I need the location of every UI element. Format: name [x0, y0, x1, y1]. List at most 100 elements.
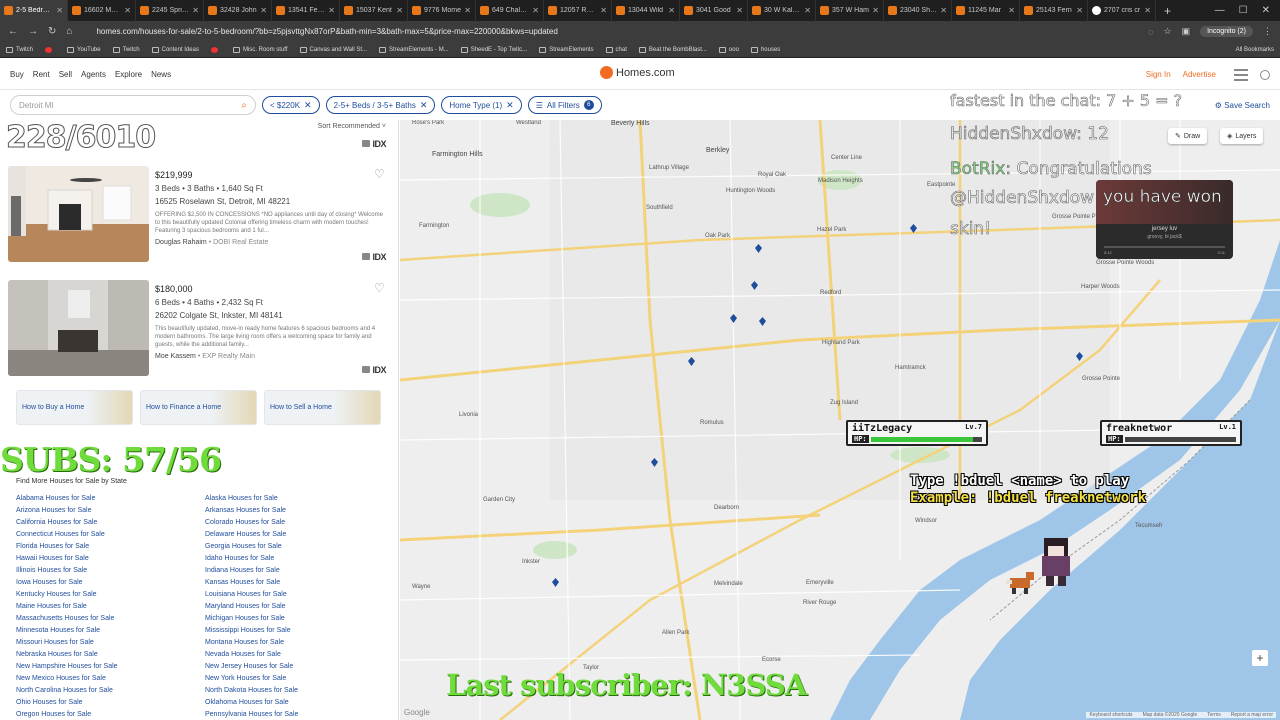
nav-buy[interactable]: Buy	[10, 70, 24, 79]
url-field[interactable]: homes.com/houses-for-sale/2-to-5-bedroom…	[96, 27, 557, 36]
browser-tab[interactable]: 25143 Fern ✕	[1020, 0, 1088, 21]
minimize-icon[interactable]: —	[1215, 5, 1225, 16]
state-link[interactable]: Georgia Houses for Sale	[205, 542, 394, 551]
tab-close-icon[interactable]: ✕	[260, 6, 267, 15]
browser-tab[interactable]: 32428 John ✕	[204, 0, 272, 21]
bookmark-item[interactable]: Beat the BombBlast...	[638, 46, 707, 53]
state-link[interactable]: Idaho Houses for Sale	[205, 554, 394, 563]
state-link[interactable]: Ohio Houses for Sale	[16, 698, 205, 707]
listing-photo[interactable]	[8, 280, 149, 376]
bookmark-item[interactable]: Content Ideas	[151, 46, 199, 53]
listing-pin-icon[interactable]	[651, 458, 658, 467]
tab-close-icon[interactable]: ✕	[1008, 6, 1015, 15]
state-link[interactable]: Louisiana Houses for Sale	[205, 590, 394, 599]
browser-tab[interactable]: 2245 Spring ✕	[136, 0, 204, 21]
tab-close-icon[interactable]: ✕	[1144, 6, 1151, 15]
maximize-icon[interactable]: ☐	[1239, 5, 1248, 16]
bookmark-item[interactable]: houses	[750, 46, 780, 53]
zoom-in-button[interactable]: +	[1252, 650, 1268, 666]
nav-explore[interactable]: Explore	[115, 70, 142, 79]
state-link[interactable]: Indiana Houses for Sale	[205, 566, 394, 575]
state-link[interactable]: New Hampshire Houses for Sale	[16, 662, 205, 671]
bookmark-item[interactable]: Misc. Room stuff	[232, 46, 288, 53]
tab-close-icon[interactable]: ✕	[1076, 6, 1083, 15]
state-link[interactable]: Minnesota Houses for Sale	[16, 626, 205, 635]
state-link[interactable]: Illinois Houses for Sale	[16, 566, 205, 575]
state-link[interactable]: Oklahoma Houses for Sale	[205, 698, 394, 707]
state-link[interactable]: Kentucky Houses for Sale	[16, 590, 205, 599]
listing-photo[interactable]	[8, 166, 149, 262]
chip-remove-icon[interactable]: ✕	[420, 100, 428, 111]
listing-pin-icon[interactable]	[910, 224, 917, 233]
browser-tab[interactable]: 16602 Mora ✕	[68, 0, 136, 21]
window-close-icon[interactable]: ✕	[1262, 5, 1270, 16]
browser-tab[interactable]: 30 W Kalam ✕	[748, 0, 816, 21]
filter-chip[interactable]: < $220K ✕	[262, 96, 320, 114]
listing-price[interactable]: $219,999	[155, 170, 387, 180]
bookmark-item[interactable]	[45, 46, 55, 53]
favorite-heart-icon[interactable]: ♡	[374, 168, 386, 180]
listing-card[interactable]: $180,000 6 Beds • 4 Baths • 2,432 Sq Ft …	[8, 280, 390, 378]
extensions-icon[interactable]: ▣	[1182, 26, 1191, 37]
browser-tab[interactable]: 649 Chalme ✕	[476, 0, 544, 21]
draw-button[interactable]: ✎ Draw	[1168, 128, 1208, 144]
listing-card[interactable]: $219,999 3 Beds • 3 Baths • 1,640 Sq Ft …	[8, 166, 390, 264]
listing-pin-icon[interactable]	[688, 357, 695, 366]
tab-close-icon[interactable]: ✕	[396, 6, 403, 15]
bookmark-item[interactable]: StreamElements - M...	[379, 46, 449, 53]
nav-agents[interactable]: Agents	[81, 70, 106, 79]
state-link[interactable]: Arizona Houses for Sale	[16, 506, 205, 515]
eye-off-icon[interactable]: ◌	[1148, 27, 1153, 37]
listing-pin-icon[interactable]	[730, 314, 737, 323]
tab-close-icon[interactable]: ✕	[192, 6, 199, 15]
map-footer-link[interactable]: Terms	[1207, 712, 1221, 718]
tab-close-icon[interactable]: ✕	[600, 6, 607, 15]
kebab-menu-icon[interactable]: ⋮	[1263, 26, 1272, 37]
listing-price[interactable]: $180,000	[155, 284, 387, 294]
nav-news[interactable]: News	[151, 70, 171, 79]
bookmark-item[interactable]: YouTube	[67, 46, 101, 53]
state-link[interactable]: New York Houses for Sale	[205, 674, 394, 683]
state-link[interactable]: Montana Houses for Sale	[205, 638, 394, 647]
browser-tab[interactable]: 13541 Fellvi ✕	[272, 0, 340, 21]
browser-tab[interactable]: 9776 Mome ✕	[408, 0, 476, 21]
listing-pin-icon[interactable]	[755, 244, 762, 253]
state-link[interactable]: Hawaii Houses for Sale	[16, 554, 205, 563]
listing-pin-icon[interactable]	[751, 281, 758, 290]
sort-dropdown[interactable]: Sort Recommended ˅	[318, 123, 386, 130]
state-link[interactable]: Oregon Houses for Sale	[16, 710, 205, 719]
new-tab-button[interactable]: +	[1156, 0, 1179, 21]
state-link[interactable]: Colorado Houses for Sale	[205, 518, 394, 527]
state-link[interactable]: Maine Houses for Sale	[16, 602, 205, 611]
bookmark-star-icon[interactable]: ☆	[1163, 26, 1171, 37]
map-footer-link[interactable]: Map data ©2025 Google	[1143, 712, 1198, 718]
browser-tab[interactable]: 12057 Rose ✕	[544, 0, 612, 21]
state-link[interactable]: Michigan Houses for Sale	[205, 614, 394, 623]
state-link[interactable]: Florida Houses for Sale	[16, 542, 205, 551]
state-link[interactable]: New Jersey Houses for Sale	[205, 662, 394, 671]
tab-close-icon[interactable]: ✕	[736, 6, 743, 15]
state-link[interactable]: North Carolina Houses for Sale	[16, 686, 205, 695]
tab-close-icon[interactable]: ✕	[464, 6, 471, 15]
save-search-button[interactable]: ⚙ Save Search	[1215, 101, 1270, 110]
state-link[interactable]: Delaware Houses for Sale	[205, 530, 394, 539]
all-bookmarks-button[interactable]: All Bookmarks	[1236, 47, 1274, 53]
listing-pin-icon[interactable]	[552, 578, 559, 587]
homes-logo[interactable]: Homes.com	[600, 66, 675, 79]
bookmark-item[interactable]: chat	[605, 46, 627, 53]
bookmark-item[interactable]: StreamElements	[539, 46, 594, 53]
browser-tab[interactable]: 2707 cris cr ✕	[1088, 0, 1156, 21]
browser-tab[interactable]: 2-5 Bedroom ✕	[0, 0, 68, 21]
chip-remove-icon[interactable]: ✕	[506, 100, 514, 111]
tab-close-icon[interactable]: ✕	[56, 6, 63, 15]
state-link[interactable]: Missouri Houses for Sale	[16, 638, 205, 647]
state-link[interactable]: Alabama Houses for Sale	[16, 494, 205, 503]
tab-close-icon[interactable]: ✕	[328, 6, 335, 15]
listing-address[interactable]: 26202 Colgate St, Inkster, MI 48141	[155, 311, 387, 320]
browser-tab[interactable]: 357 W Ham ✕	[816, 0, 884, 21]
tab-close-icon[interactable]: ✕	[124, 6, 131, 15]
forward-icon[interactable]: →	[28, 26, 38, 37]
state-link[interactable]: Alaska Houses for Sale	[205, 494, 394, 503]
advertise-link[interactable]: Advertise	[1183, 70, 1216, 79]
listing-address[interactable]: 16525 Roselawn St, Detroit, MI 48221	[155, 197, 387, 206]
